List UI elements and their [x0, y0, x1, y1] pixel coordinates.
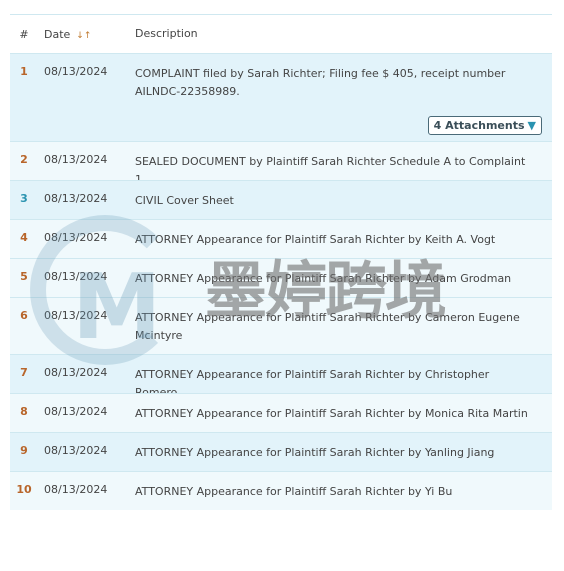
table-header: # Date ↓↑ Description	[10, 15, 552, 53]
table-row: 4 08/13/2024 ATTORNEY Appearance for Pla…	[10, 219, 552, 258]
header-description: Description	[135, 27, 198, 40]
entry-description: ATTORNEY Appearance for Plaintiff Sarah …	[135, 311, 520, 342]
entry-number[interactable]: 5	[10, 259, 38, 283]
entry-description: ATTORNEY Appearance for Plaintiff Sarah …	[135, 485, 453, 498]
attachments-label: 4 Attachments	[433, 119, 525, 132]
table-row: 3 08/13/2024 CIVIL Cover Sheet	[10, 180, 552, 219]
header-number: #	[19, 27, 29, 41]
attachments-button[interactable]: 4 Attachments ▼	[427, 116, 542, 135]
entry-date: 08/13/2024	[44, 483, 108, 496]
entry-date: 08/13/2024	[44, 65, 108, 78]
entry-number[interactable]: 8	[10, 394, 38, 418]
entry-description: ATTORNEY Appearance for Plaintiff Sarah …	[135, 407, 528, 420]
entry-date: 08/13/2024	[44, 231, 108, 244]
entry-description: ATTORNEY Appearance for Plaintiff Sarah …	[135, 233, 496, 246]
table-row: 10 08/13/2024 ATTORNEY Appearance for Pl…	[10, 471, 552, 510]
entry-number[interactable]: 6	[10, 298, 38, 322]
header-date-label: Date	[44, 27, 71, 41]
entry-date: 08/13/2024	[44, 270, 108, 283]
entry-description: ATTORNEY Appearance for Plaintiff Sarah …	[135, 446, 495, 459]
entry-number[interactable]: 4	[10, 220, 38, 244]
entry-number[interactable]: 7	[10, 355, 38, 379]
table-row: 8 08/13/2024 ATTORNEY Appearance for Pla…	[10, 393, 552, 432]
table-row: 9 08/13/2024 ATTORNEY Appearance for Pla…	[10, 432, 552, 471]
table-row: 1 08/13/2024 COMPLAINT filed by Sarah Ri…	[10, 53, 552, 141]
entry-number[interactable]: 3	[10, 181, 38, 205]
entry-number[interactable]: 1	[10, 54, 38, 78]
entry-description: COMPLAINT filed by Sarah Richter; Filing…	[135, 67, 506, 98]
entry-number[interactable]: 2	[10, 142, 38, 166]
table-row: 7 08/13/2024 ATTORNEY Appearance for Pla…	[10, 354, 552, 399]
docket-table: # Date ↓↑ Description 1 08/13/2024 COMPLA…	[10, 14, 552, 510]
entry-number[interactable]: 9	[10, 433, 38, 457]
entry-date: 08/13/2024	[44, 405, 108, 418]
table-row: 5 08/13/2024 ATTORNEY Appearance for Pla…	[10, 258, 552, 297]
entry-date: 08/13/2024	[44, 309, 108, 322]
entry-description: CIVIL Cover Sheet	[135, 194, 234, 207]
caret-down-icon: ▼	[527, 119, 536, 132]
entry-date: 08/13/2024	[44, 366, 108, 379]
header-date[interactable]: Date ↓↑	[38, 28, 135, 41]
entry-number[interactable]: 10	[10, 472, 38, 496]
sort-arrows-icon[interactable]: ↓↑	[76, 31, 91, 41]
entry-date: 08/13/2024	[44, 153, 108, 166]
entry-date: 08/13/2024	[44, 444, 108, 457]
entry-date: 08/13/2024	[44, 192, 108, 205]
entry-description: ATTORNEY Appearance for Plaintiff Sarah …	[135, 272, 512, 285]
table-row: 6 08/13/2024 ATTORNEY Appearance for Pla…	[10, 297, 552, 354]
table-row: 2 08/13/2024 SEALED DOCUMENT by Plaintif…	[10, 141, 552, 186]
